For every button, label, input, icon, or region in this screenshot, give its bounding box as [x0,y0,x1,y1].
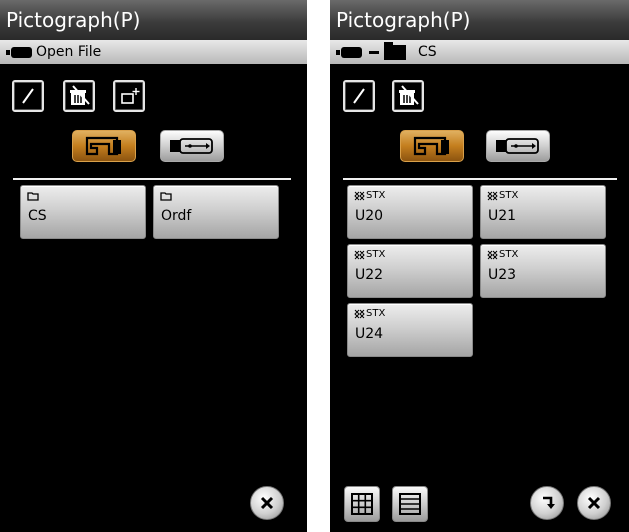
stitch-pattern-icon [354,250,365,260]
new-folder-button[interactable] [113,80,145,112]
usb-button[interactable] [486,130,550,162]
file-name: Ordf [161,208,192,224]
sewing-machine-icon [413,136,449,156]
delete-button[interactable] [392,80,424,112]
stitch-file-tile-u20[interactable]: STX U20 [347,185,473,239]
file-type: STX [499,249,519,260]
grid-view-icon [351,493,373,515]
file-name: U24 [355,326,384,342]
path-separator [369,51,379,54]
stitch-pattern-icon [487,191,498,201]
drive-icon [6,47,32,58]
folder-icon [384,42,406,60]
back-button[interactable] [530,486,564,520]
list-view-button[interactable] [392,486,428,522]
list-view-icon [399,493,421,515]
file-name: U22 [355,267,384,283]
divider [343,178,617,180]
trash-icon [399,85,419,105]
path-bar: CS [330,40,629,64]
stitch-pattern-icon [354,191,365,201]
page-title: Pictograph(P) [6,8,141,32]
back-arrow-icon [543,496,555,509]
stitch-file-tile-u21[interactable]: STX U21 [480,185,606,239]
stitch-file-tile-u24[interactable]: STX U24 [347,303,473,357]
file-type: STX [366,308,386,319]
folder-tile-cs[interactable]: CS [20,185,146,239]
path-bar: Open File [0,40,307,64]
folder-icon [27,192,39,201]
folder-tile-ordf[interactable]: Ordf [153,185,279,239]
rename-button[interactable] [343,80,375,112]
pencil-icon [22,88,34,104]
grid-view-button[interactable] [344,486,380,522]
pencil-icon [353,88,365,104]
close-button[interactable] [250,486,284,520]
divider [13,178,291,180]
close-button[interactable] [577,486,611,520]
stitch-pattern-icon [487,250,498,260]
file-type: STX [366,190,386,201]
trash-icon [70,85,90,105]
file-name: CS [28,208,47,224]
left-screen: Pictograph(P) Open File CS Ordf [0,0,307,532]
file-name: U21 [488,208,517,224]
stitch-file-tile-u23[interactable]: STX U23 [480,244,606,298]
file-type: STX [366,249,386,260]
rename-button[interactable] [12,80,44,112]
folder-icon [160,192,172,201]
close-icon [260,496,274,510]
stitch-pattern-icon [354,309,365,319]
page-title: Pictograph(P) [336,8,471,32]
new-folder-icon [121,88,140,104]
sewing-machine-icon [85,136,121,156]
usb-icon [496,138,539,154]
machine-memory-button[interactable] [72,130,136,162]
usb-button[interactable] [160,130,224,162]
drive-icon [336,47,362,58]
usb-icon [170,138,213,154]
file-name: U23 [488,267,517,283]
delete-button[interactable] [63,80,95,112]
file-name: U20 [355,208,384,224]
machine-memory-button[interactable] [400,130,464,162]
path-label: Open File [36,44,102,60]
title-bar: Pictograph(P) [0,0,307,40]
right-screen: Pictograph(P) CS STX U20 STX U21 STX U22… [330,0,629,532]
close-icon [587,496,601,510]
path-label: CS [418,44,437,60]
file-type: STX [499,190,519,201]
title-bar: Pictograph(P) [330,0,629,40]
stitch-file-tile-u22[interactable]: STX U22 [347,244,473,298]
